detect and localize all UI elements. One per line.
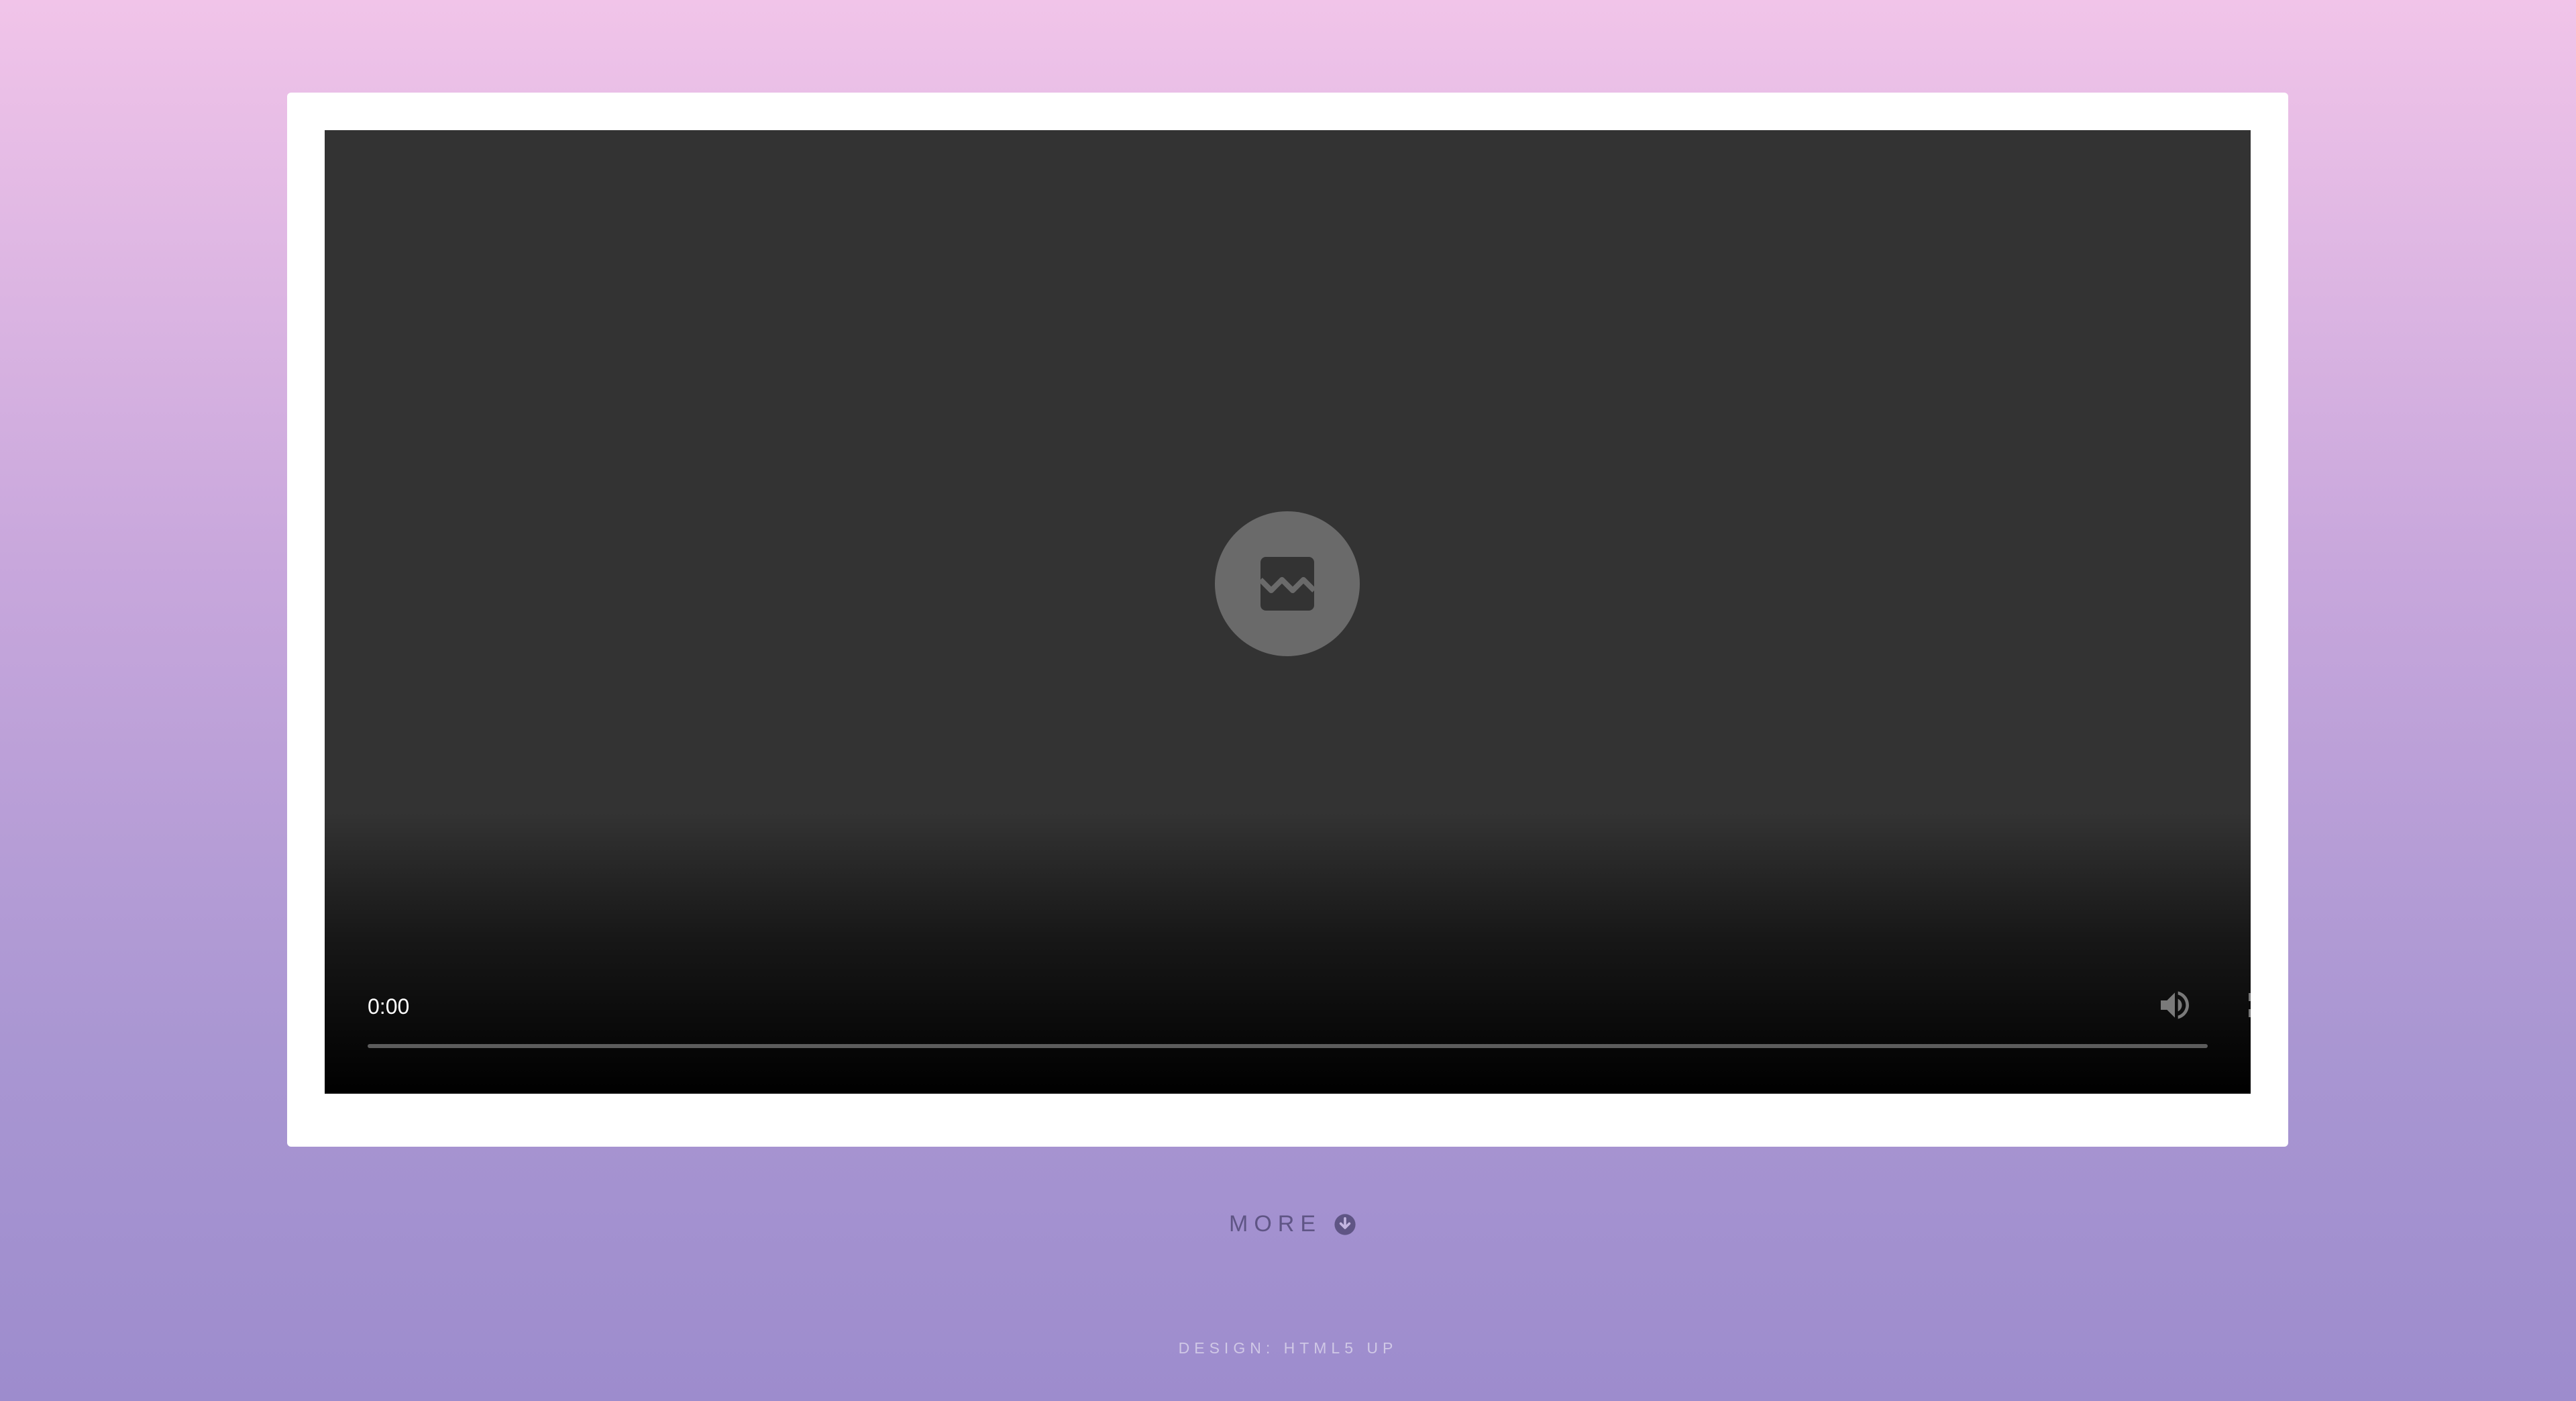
mute-button[interactable] (2151, 981, 2199, 1029)
video-error-badge (1215, 511, 1360, 656)
video-frame: 0:00 (287, 93, 2288, 1147)
video-player[interactable]: 0:00 (325, 130, 2251, 1094)
broken-image-icon (1259, 557, 1316, 611)
fullscreen-icon (2249, 993, 2251, 1017)
arrow-down-circle-icon (1334, 1213, 1356, 1235)
footer-credit: DESIGN: HTML5 UP (1178, 1339, 1398, 1357)
current-time: 0:00 (368, 994, 410, 1019)
volume-icon (2161, 991, 2189, 1019)
video-controls: 0:00 (325, 946, 2251, 1094)
more-label: MORE (1229, 1211, 1322, 1237)
progress-bar[interactable] (368, 1044, 2208, 1048)
fullscreen-button[interactable] (2237, 981, 2251, 1029)
more-link[interactable]: MORE (1229, 1211, 1356, 1237)
